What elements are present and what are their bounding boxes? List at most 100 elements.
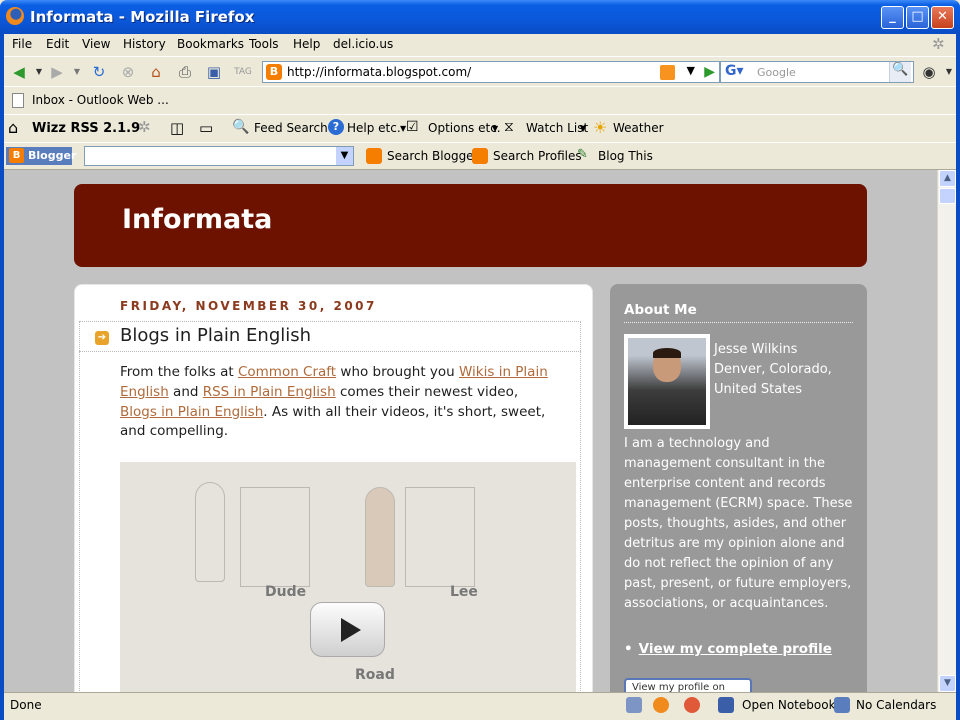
profiles-search-icon	[472, 148, 488, 164]
home-icon[interactable]: ⌂	[147, 63, 165, 81]
search-icon[interactable]: 🔍	[889, 62, 911, 82]
post-column: FRIDAY, NOVEMBER 30, 2007 ➔ Blogs in Pla…	[74, 284, 593, 692]
search-input[interactable]: Google	[757, 66, 796, 79]
menu-edit[interactable]: Edit	[46, 37, 69, 51]
notebook-icon[interactable]	[718, 697, 734, 713]
print-icon[interactable]: ⎙	[176, 63, 194, 81]
options-menu[interactable]: Options etc.	[428, 121, 501, 135]
blogger-logo[interactable]: Blogger	[6, 147, 76, 165]
blog-header: Informata	[74, 184, 867, 267]
back-icon[interactable]: ◀	[10, 63, 28, 81]
vertical-scrollbar[interactable]: ▲ ▼	[937, 170, 956, 692]
bookmarks-toolbar: Inbox - Outlook Web ...	[4, 86, 956, 114]
network-icon[interactable]	[626, 697, 642, 713]
view-profile-link[interactable]: View my complete profile	[624, 641, 832, 657]
blog-this-button[interactable]: Blog This	[598, 149, 653, 163]
link-rss[interactable]: RSS in Plain English	[203, 384, 336, 400]
post-title[interactable]: Blogs in Plain English	[120, 325, 311, 346]
watch-dropdown-icon[interactable]: ▼	[580, 124, 586, 133]
go-icon[interactable]: ▶	[704, 64, 715, 80]
scroll-up-icon[interactable]: ▲	[939, 170, 956, 187]
link-common-craft[interactable]: Common Craft	[238, 364, 336, 380]
options-icon[interactable]: ☑	[406, 119, 419, 135]
window-icon[interactable]: ▭	[199, 119, 213, 137]
menu-file[interactable]: File	[12, 37, 32, 51]
profile-info: Jesse Wilkins Denver, Colorado, United S…	[714, 340, 832, 400]
options-dropdown-icon[interactable]: ▼	[492, 124, 498, 133]
calendars-status[interactable]: No Calendars	[856, 698, 936, 712]
address-dropdown-icon[interactable]: ▼	[687, 64, 695, 77]
scroll-down-icon[interactable]: ▼	[939, 675, 956, 692]
scroll-thumb[interactable]	[939, 188, 956, 204]
post-date: FRIDAY, NOVEMBER 30, 2007	[120, 299, 377, 313]
web-content: Informata FRIDAY, NOVEMBER 30, 2007 ➔ Bl…	[4, 170, 937, 692]
bookmarks-icon[interactable]: ▣	[205, 63, 223, 81]
menu-bar: File Edit View History Bookmarks Tools H…	[4, 34, 956, 56]
forward-icon[interactable]: ▶	[48, 63, 66, 81]
blogger-search-icon	[366, 148, 382, 164]
blog-this-icon: ✎	[577, 147, 588, 162]
google-engine-icon[interactable]: G▾	[725, 63, 744, 79]
profile-bio: I am a technology and management consult…	[624, 436, 853, 611]
menu-view[interactable]: View	[82, 37, 110, 51]
weather-button[interactable]: Weather	[613, 121, 664, 135]
post-text: and	[168, 383, 203, 400]
firefox-status-icon[interactable]	[653, 697, 669, 713]
address-input[interactable]: http://informata.blogspot.com/	[287, 65, 471, 79]
wizz-home-icon[interactable]: ⌂	[8, 118, 18, 137]
sidebar-icon[interactable]: ◫	[170, 119, 184, 137]
back-dropdown-icon[interactable]: ▼	[30, 63, 48, 81]
play-button[interactable]	[310, 602, 385, 657]
navigation-toolbar: ◀ ▼ ▶ ▼ ↻ ⊗ ⌂ ⎙ ▣ TAG B http://informata…	[4, 56, 956, 86]
menu-tools[interactable]: Tools	[249, 37, 279, 51]
profile-badge[interactable]: View my profile on	[624, 678, 752, 692]
wizz-spinner-icon: ✲	[138, 118, 151, 136]
blogger-toolbar: Blogger ▼ Search Blogger Search Profiles…	[4, 142, 956, 170]
link-blogs[interactable]: Blogs in Plain English	[120, 404, 263, 420]
menu-bookmarks[interactable]: Bookmarks	[177, 37, 244, 51]
forward-dropdown-icon[interactable]: ▼	[68, 63, 86, 81]
profile-photo[interactable]	[624, 334, 710, 429]
smiley-icon[interactable]	[684, 697, 700, 713]
sidebar: About Me Jesse Wilkins Denver, Colorado,…	[610, 284, 867, 692]
extension-icon[interactable]: ◉	[920, 63, 938, 81]
blog-title[interactable]: Informata	[122, 204, 272, 235]
chevron-down-icon[interactable]: ▼	[336, 147, 353, 165]
weather-sun-icon[interactable]: ☀	[593, 118, 607, 137]
minimize-button[interactable]: _	[881, 6, 904, 29]
tag-icon[interactable]: TAG	[234, 63, 252, 81]
close-button[interactable]: ✕	[931, 6, 954, 29]
rss-feed-icon[interactable]	[660, 65, 675, 80]
menu-help[interactable]: Help	[293, 37, 320, 51]
video-caption: Road	[355, 667, 395, 683]
watch-list-icon[interactable]: ⧖	[504, 119, 514, 135]
video-player[interactable]: Dude Lee Road	[120, 462, 576, 692]
bookmark-inbox[interactable]: Inbox - Outlook Web ...	[32, 93, 169, 107]
blog-select[interactable]: ▼	[84, 146, 354, 166]
calendar-icon[interactable]	[834, 697, 850, 713]
status-text: Done	[10, 698, 42, 712]
search-box[interactable]: G▾ Google 🔍	[720, 61, 914, 83]
stop-icon[interactable]: ⊗	[119, 63, 137, 81]
post-arrow-icon: ➔	[95, 331, 109, 345]
reload-icon[interactable]: ↻	[90, 63, 108, 81]
help-icon[interactable]: ?	[328, 119, 344, 135]
search-profiles-button[interactable]: Search Profiles	[493, 149, 582, 163]
extension-dropdown-icon[interactable]: ▼	[940, 63, 958, 81]
feed-search-button[interactable]: Feed Search	[254, 121, 328, 135]
feed-search-icon[interactable]: 🔍	[232, 119, 249, 135]
video-chart-right	[405, 487, 475, 587]
open-notebook-button[interactable]: Open Notebook	[742, 698, 836, 712]
profile-location: Denver, Colorado,	[714, 362, 832, 377]
search-blogger-button[interactable]: Search Blogger	[387, 149, 479, 163]
help-menu[interactable]: Help etc.	[347, 121, 401, 135]
window-title: Informata - Mozilla Firefox	[30, 8, 255, 26]
watch-list-menu[interactable]: Watch List	[526, 121, 588, 135]
menu-delicious[interactable]: del.icio.us	[333, 37, 393, 51]
avatar-hair	[653, 348, 681, 358]
address-bar[interactable]: B http://informata.blogspot.com/ ▼ ▶	[262, 61, 720, 83]
maximize-button[interactable]: □	[906, 6, 929, 29]
menu-history[interactable]: History	[123, 37, 166, 51]
wizz-title: Wizz RSS 2.1.9	[32, 121, 141, 136]
post-text: From the folks at	[120, 364, 238, 380]
